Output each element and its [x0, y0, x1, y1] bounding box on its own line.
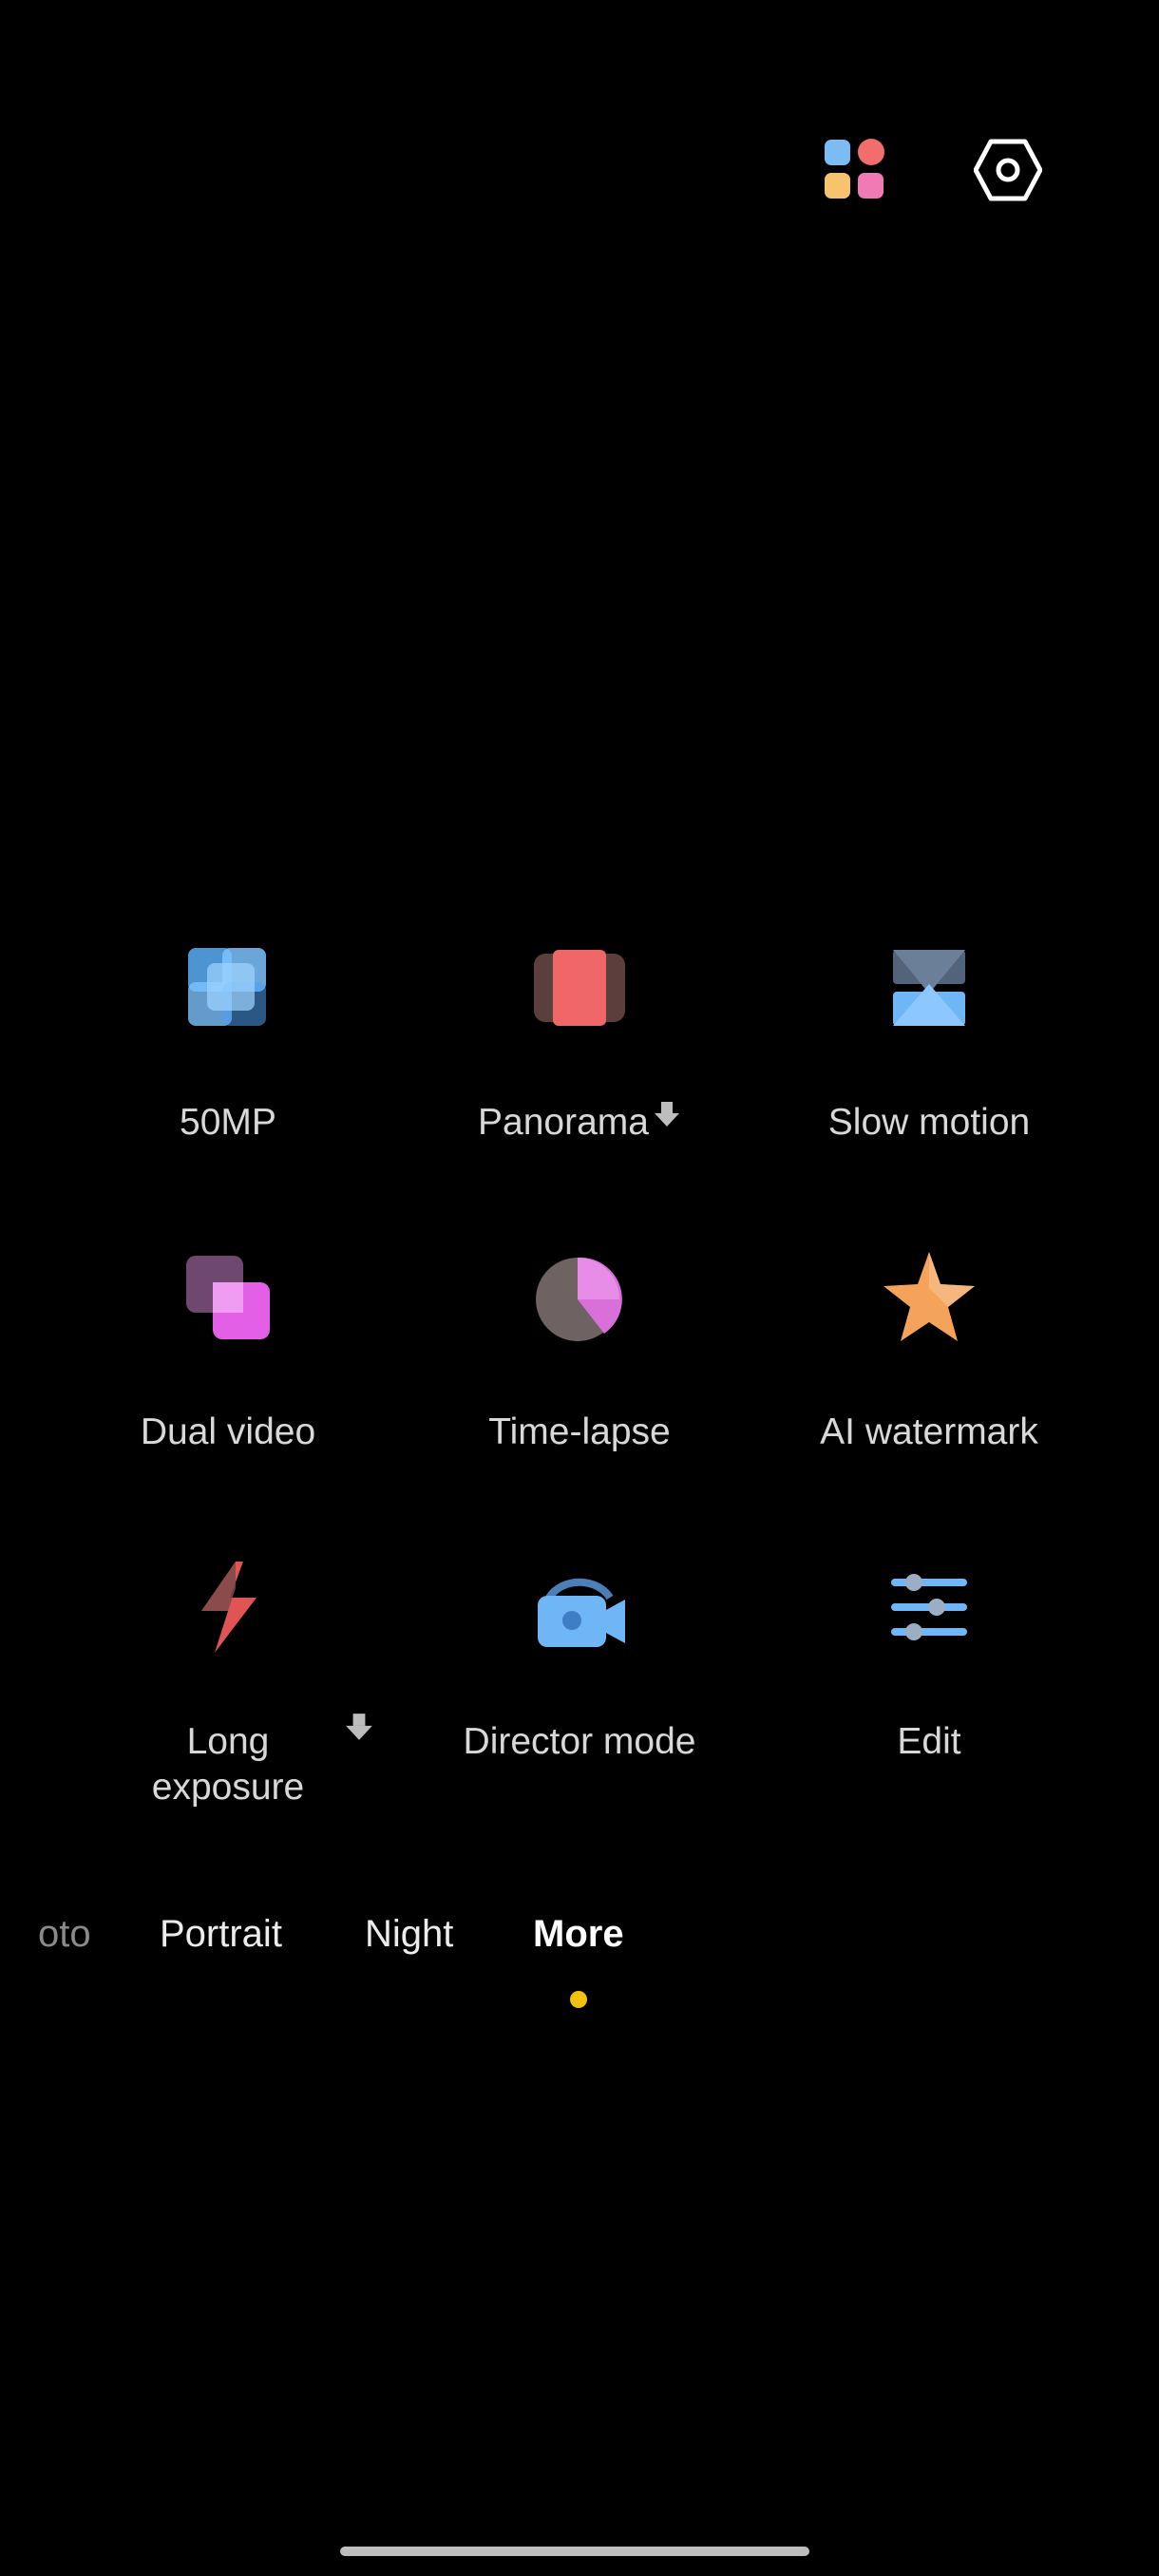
panorama-icon: [532, 940, 627, 1035]
mode-label-line: exposure: [151, 1767, 305, 1808]
mode-label: AI watermark: [820, 1411, 1038, 1452]
mode-label: Director mode: [463, 1721, 696, 1762]
mode-selector: oto Portrait Night More: [0, 1913, 1159, 1970]
mode-label: Time-lapse: [488, 1411, 671, 1452]
mode-label: Slow motion: [827, 1102, 1031, 1143]
mode-tab-more[interactable]: More: [533, 1913, 624, 1956]
home-indicator[interactable]: [340, 2547, 809, 2556]
mode-tab-photo[interactable]: oto: [38, 1913, 91, 1956]
mode-tab-night[interactable]: Night: [365, 1913, 453, 1956]
mode-tab-portrait[interactable]: Portrait: [160, 1913, 282, 1956]
mode-label: Panorama: [478, 1102, 649, 1143]
edit-icon: [882, 1560, 977, 1655]
settings-icon[interactable]: [967, 129, 1049, 211]
active-mode-indicator: [570, 1991, 587, 2008]
mode-label: Edit: [897, 1721, 961, 1762]
dual-video-icon: [180, 1250, 276, 1345]
time-lapse-icon: [532, 1250, 627, 1345]
long-exposure-icon: [180, 1560, 276, 1655]
mode-label-line: Long: [186, 1721, 270, 1762]
mode-label: 50MP: [180, 1102, 276, 1143]
50mp-icon: [180, 940, 276, 1035]
slow-motion-icon: [882, 940, 977, 1035]
ai-watermark-icon: [882, 1250, 977, 1345]
download-icon: [346, 1714, 372, 1740]
mode-label-row: Panorama: [399, 1100, 760, 1146]
apps-grid-icon[interactable]: [814, 129, 896, 211]
mode-label: Dual video: [140, 1411, 316, 1452]
download-icon: [654, 1102, 679, 1127]
director-mode-icon: [532, 1560, 627, 1655]
